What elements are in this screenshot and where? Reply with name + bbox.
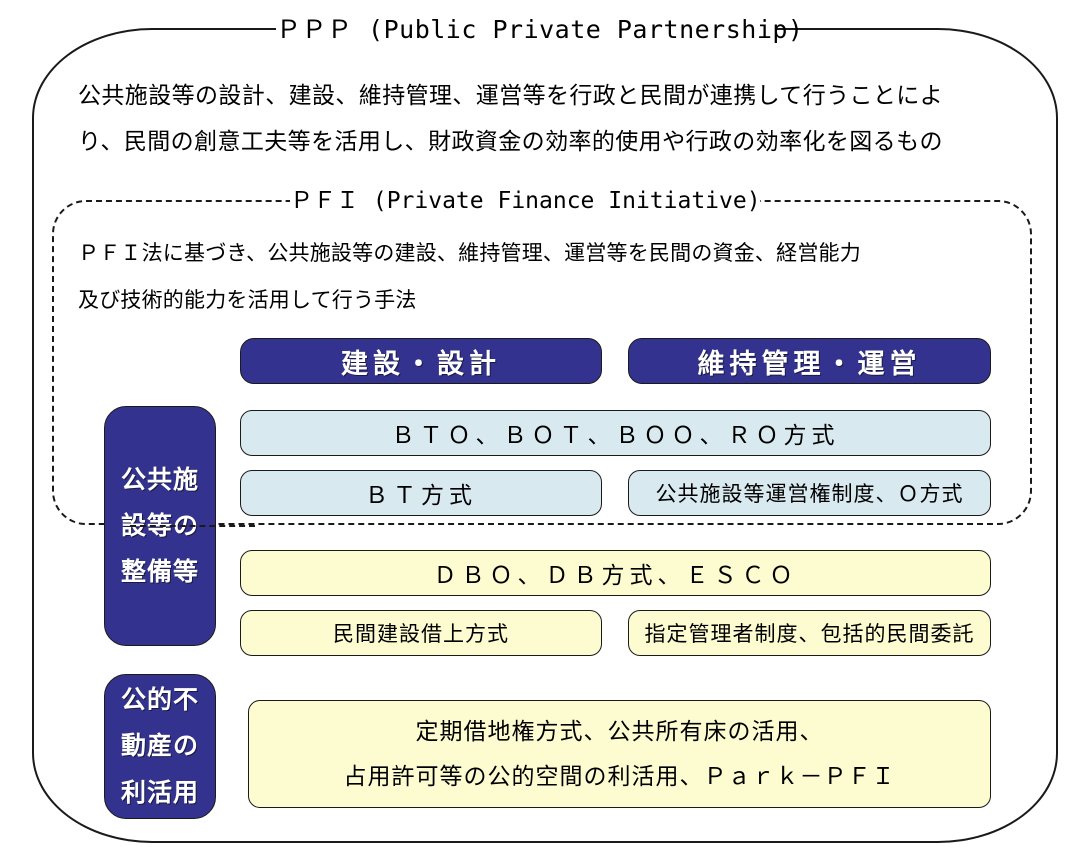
row-private-construction-lease[interactable]: 民間建設借上方式	[240, 610, 602, 656]
category-facilities-line-1: 公共施	[120, 465, 199, 494]
pfi-description: ＰＦＩ法に基づき、公共施設等の建設、維持管理、運営等を民間の資金、経営能力 及び…	[78, 230, 1003, 324]
pfi-description-line-1: ＰＦＩ法に基づき、公共施設等の建設、維持管理、運営等を民間の資金、経営能力	[78, 242, 861, 265]
row-public-real-estate-methods[interactable]: 定期借地権方式、公共所有床の活用、 占用許可等の公的空間の利活用、Ｐａｒｋ－ＰＦ…	[248, 700, 991, 808]
pfi-description-line-2: 及び技術的能力を活用して行う手法	[78, 289, 417, 312]
ppp-title: ＰＰＰ (Public Private Partnership)	[276, 15, 804, 44]
row-bt-method[interactable]: ＢＴ方式	[240, 470, 602, 516]
pfi-title: ＰＦＩ (Private Finance Initiative)	[290, 188, 761, 214]
column-header-construction-design[interactable]: 建設・設計	[240, 338, 602, 384]
diagram-canvas: ＰＰＰ (Public Private Partnership) 公共施設等の設…	[0, 0, 1091, 867]
column-header-maintenance-operation[interactable]: 維持管理・運営	[628, 338, 991, 384]
row-pre-line-1: 定期借地権方式、公共所有床の活用、	[415, 718, 824, 745]
ppp-description-line-1: 公共施設等の設計、建設、維持管理、運営等を行政と民間が連携して行うことによ	[78, 82, 944, 108]
category-facilities-line-3: 整備等	[120, 558, 199, 587]
category-pre-line-1: 公的不	[120, 686, 199, 715]
row-dbo-db-esco[interactable]: ＤＢＯ、ＤＢ方式、ＥＳＣＯ	[240, 550, 991, 596]
row-pre-line-2: 占用許可等の公的空間の利活用、Ｐａｒｋ－ＰＦＩ	[343, 763, 896, 789]
row-public-facility-operation-rights[interactable]: 公共施設等運営権制度、Ｏ方式	[628, 470, 991, 516]
category-pre-line-2: 動産の	[120, 732, 199, 761]
pfi-boundary-divider	[130, 525, 255, 527]
ppp-description: 公共施設等の設計、建設、維持管理、運営等を行政と民間が連携して行うことによ り、…	[78, 72, 1008, 164]
category-public-real-estate-utilization[interactable]: 公的不 動産の 利活用	[104, 674, 216, 819]
ppp-description-line-2: り、民間の創意工夫等を活用し、財政資金の効率的使用や行政の効率化を図るもの	[78, 128, 943, 154]
row-designated-manager-comprehensive-outsourcing[interactable]: 指定管理者制度、包括的民間委託	[628, 610, 991, 656]
row-bto-bot-boo-ro[interactable]: ＢＴＯ、ＢＯＴ、ＢＯＯ、ＲＯ方式	[240, 410, 991, 456]
category-pre-line-3: 利活用	[120, 778, 199, 807]
